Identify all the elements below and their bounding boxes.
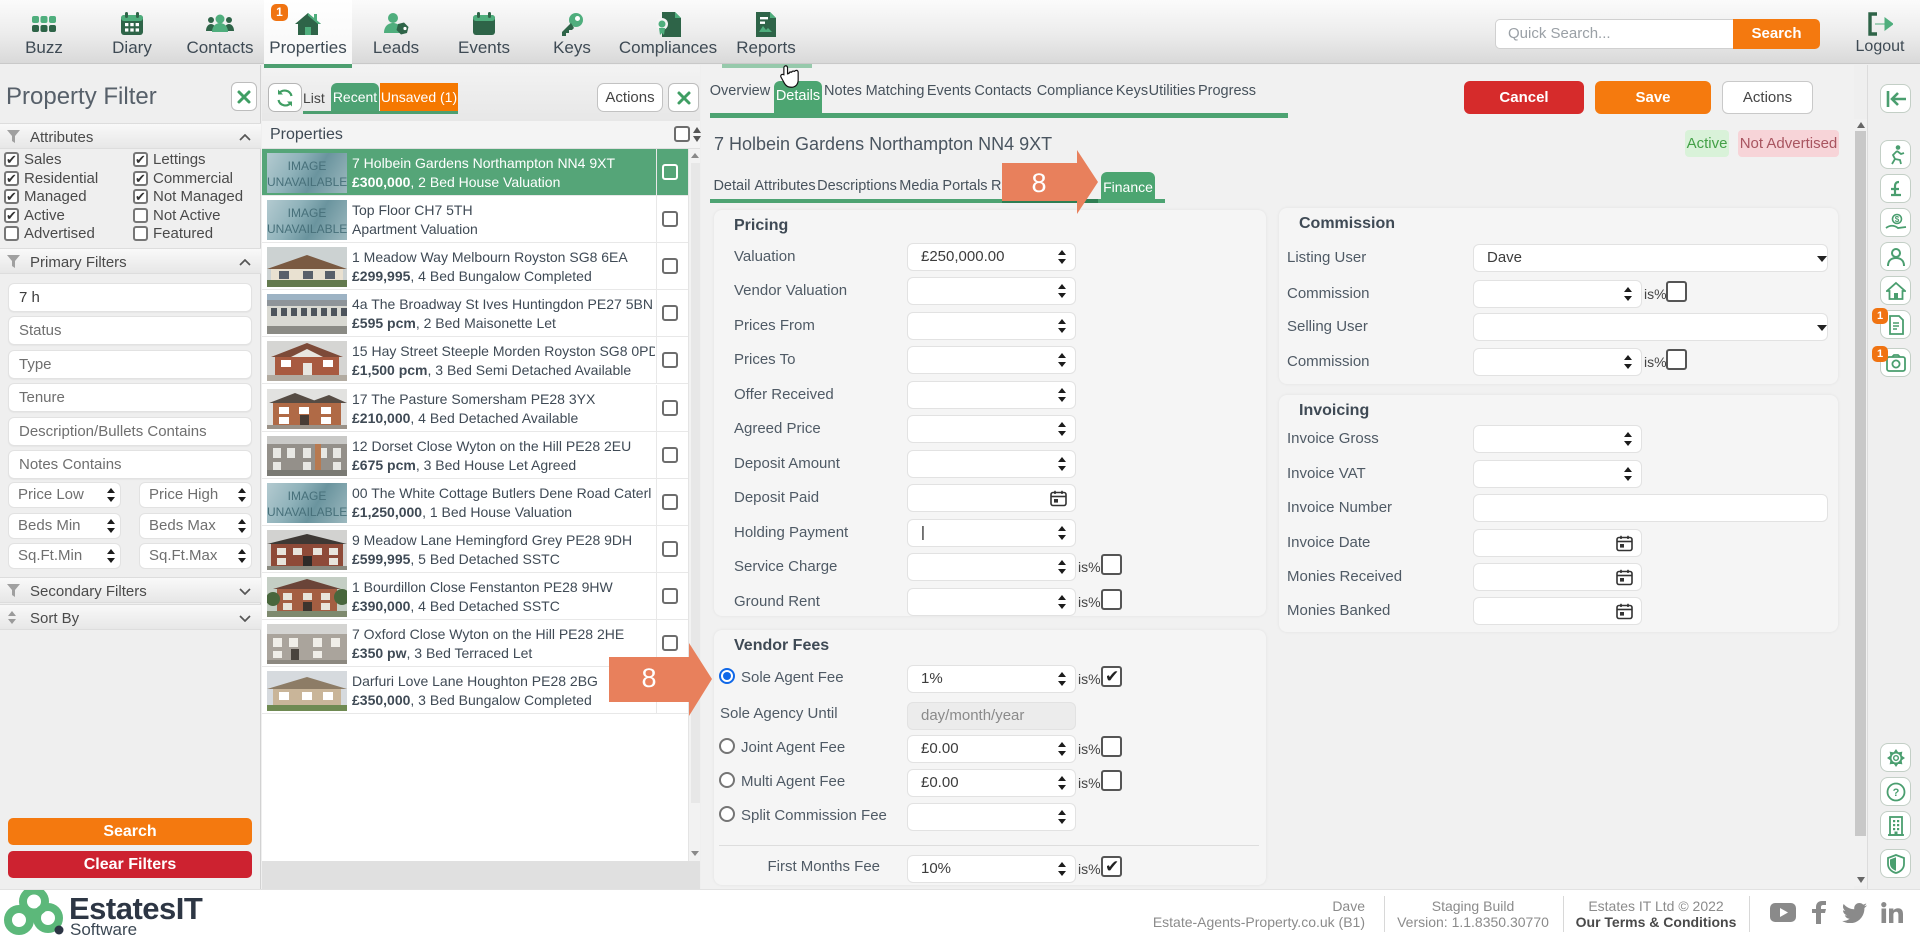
svg-text:?: ? [1892, 787, 1899, 799]
svg-text:8: 8 [1031, 168, 1046, 198]
svg-text:$: $ [1894, 215, 1899, 224]
svg-text:8: 8 [641, 663, 656, 693]
